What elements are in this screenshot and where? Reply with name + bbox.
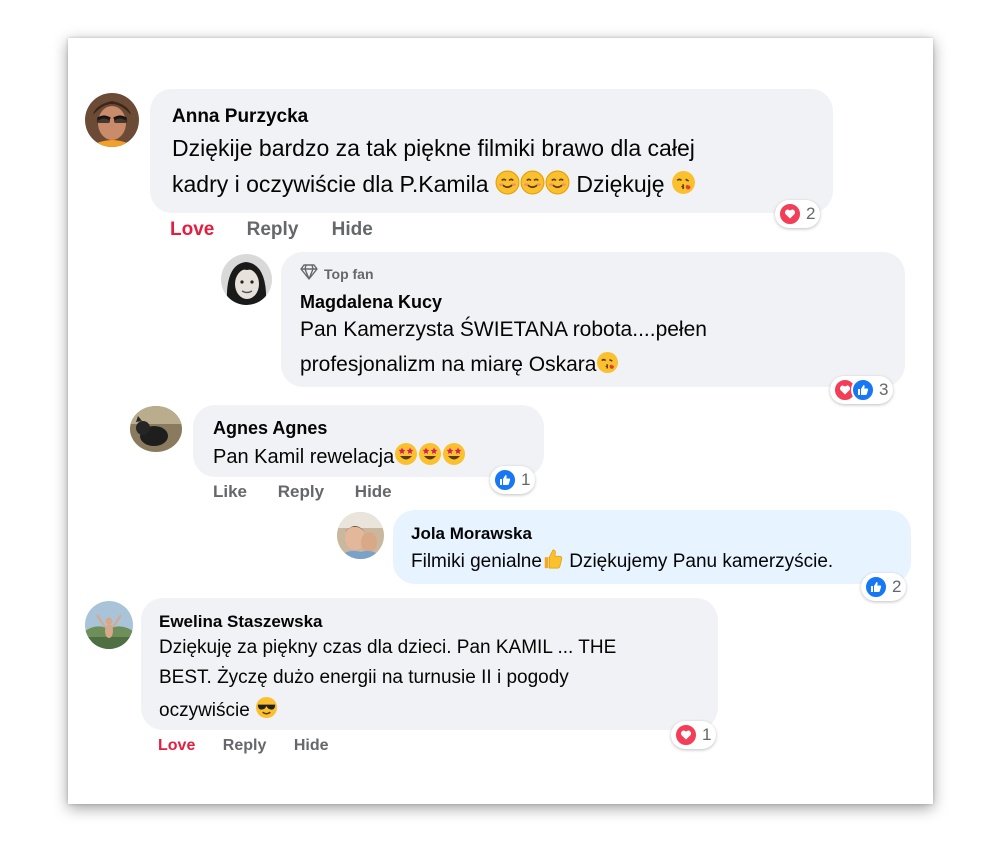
- comment-text-line: BEST. Życzę dużo energii na turnusie II …: [159, 667, 569, 688]
- kissing-face-emoji: [671, 170, 696, 201]
- sunglasses-emoji: [255, 696, 278, 725]
- like-reaction-icon: [851, 378, 875, 402]
- comment-text-line: Pan Kamerzysta ŚWIETANA robota....pełen: [300, 318, 707, 341]
- comment-text-segment: kadry i oczywiście dla P.Kamila: [172, 171, 489, 197]
- top-fan-badge: Top fan: [300, 264, 374, 283]
- star-struck-emoji: [442, 442, 466, 472]
- avatar[interactable]: [130, 406, 182, 452]
- top-fan-label: Top fan: [324, 265, 374, 282]
- comment-text-line: oczywiście: [159, 696, 278, 725]
- comment-text-line: Dziękije bardzo za tak piękne filmiki br…: [172, 135, 695, 161]
- reaction-summary[interactable]: 1: [490, 466, 536, 494]
- reply-action[interactable]: Reply: [247, 219, 299, 241]
- reaction-count: 1: [702, 725, 712, 744]
- avatar[interactable]: [337, 512, 384, 559]
- comment-author[interactable]: Magdalena Kucy: [300, 292, 442, 313]
- comment-text-line: profesjonalizm na miarę Oskara: [300, 351, 619, 380]
- comment-actions: Love Reply Hide: [170, 219, 373, 241]
- reply-action[interactable]: Reply: [223, 737, 267, 755]
- star-struck-emoji: [418, 442, 442, 472]
- smiling-face-emoji: [520, 170, 545, 201]
- love-action[interactable]: Love: [158, 737, 195, 755]
- thumbs-up-emoji: [542, 548, 564, 576]
- comment-text-line: Filmiki genialne Dziękujemy Panu kamerzy…: [411, 548, 833, 576]
- heart-reaction-icon: [778, 202, 802, 226]
- reaction-count: 3: [879, 380, 889, 399]
- comment-text-segment: Dziękujemy Panu kamerzyście.: [569, 551, 834, 572]
- comment-text-line: kadry i oczywiście dla P.Kamila Dziękuję: [172, 170, 696, 201]
- avatar[interactable]: [85, 601, 133, 649]
- comment-author[interactable]: Ewelina Staszewska: [159, 612, 322, 632]
- reaction-count: 1: [521, 470, 531, 489]
- hide-action[interactable]: Hide: [332, 219, 373, 241]
- like-action[interactable]: Like: [213, 482, 247, 502]
- avatar[interactable]: [85, 93, 139, 147]
- diamond-icon: [300, 264, 318, 283]
- smiling-face-emoji: [495, 170, 520, 201]
- reaction-count: 2: [892, 577, 902, 596]
- smiling-face-emoji: [545, 170, 570, 201]
- reaction-summary[interactable]: 2: [775, 200, 821, 228]
- comment-text-segment: oczywiście: [159, 700, 250, 721]
- comment-author[interactable]: Jola Morawska: [411, 524, 532, 544]
- comment-text-line: Dziękuję za piękny czas dla dzieci. Pan …: [159, 637, 617, 658]
- avatar[interactable]: [221, 254, 272, 305]
- comment-text-segment: Pan Kamil rewelacja: [213, 446, 395, 468]
- hide-action[interactable]: Hide: [355, 482, 392, 502]
- reaction-summary[interactable]: 2: [861, 573, 907, 601]
- heart-reaction-icon: [674, 723, 698, 747]
- love-action[interactable]: Love: [170, 219, 214, 241]
- reaction-summary[interactable]: 3: [830, 376, 894, 404]
- hide-action[interactable]: Hide: [294, 737, 329, 755]
- like-reaction-icon: [864, 575, 888, 599]
- like-reaction-icon: [493, 468, 517, 492]
- comment-actions: Like Reply Hide: [213, 482, 392, 502]
- reply-action[interactable]: Reply: [278, 482, 324, 502]
- comment-text-segment: Dziękuję: [576, 171, 665, 197]
- comment-text-segment: profesjonalizm na miarę Oskara: [300, 353, 597, 376]
- comment-text-line: Pan Kamil rewelacja: [213, 442, 466, 472]
- comment-author[interactable]: Agnes Agnes: [213, 418, 327, 439]
- comment-author[interactable]: Anna Purzycka: [172, 106, 308, 128]
- comment-text-segment: Filmiki genialne: [411, 551, 542, 572]
- star-struck-emoji: [394, 442, 418, 472]
- reaction-count: 2: [806, 204, 816, 223]
- comment-actions: Love Reply Hide: [158, 737, 329, 755]
- kissing-face-emoji: [596, 351, 619, 380]
- reaction-summary[interactable]: 1: [671, 721, 717, 749]
